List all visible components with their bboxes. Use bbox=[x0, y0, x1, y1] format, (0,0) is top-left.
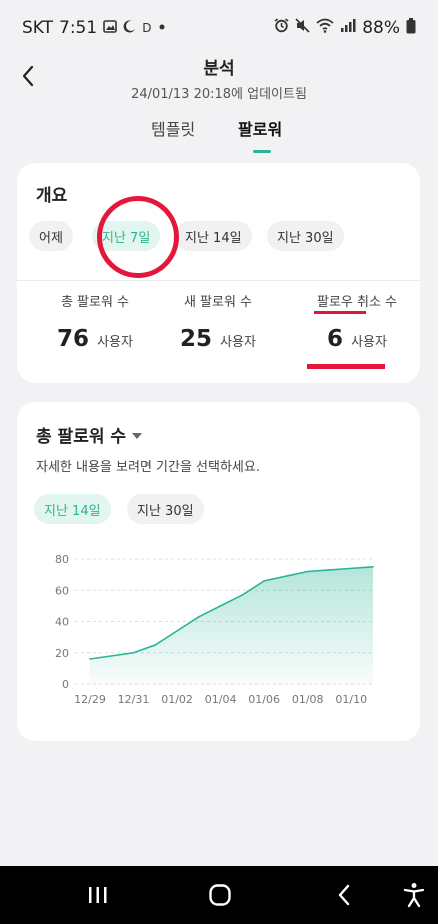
stat-label: 팔로우 취소 수 bbox=[316, 295, 398, 310]
x-tick-label: 01/10 bbox=[335, 693, 367, 706]
overview-title: 개요 bbox=[36, 186, 68, 206]
overview-card: 개요 어제 지난 7일 지난 14일 지난 30일 총 팔로워 수 76 사용자… bbox=[17, 163, 420, 383]
stat-value: 25 bbox=[180, 326, 213, 352]
data-point bbox=[372, 566, 374, 568]
stat-unit: 사용자 bbox=[351, 335, 387, 350]
data-point bbox=[219, 605, 222, 607]
data-point bbox=[89, 658, 91, 660]
battery-icon bbox=[406, 17, 416, 39]
stat-value: 76 bbox=[57, 326, 90, 352]
wifi-icon bbox=[316, 18, 334, 38]
home-button[interactable] bbox=[200, 878, 240, 912]
tab-bar: 템플릿 팔로워 bbox=[0, 112, 438, 154]
red-underline-annotation-2 bbox=[307, 364, 385, 369]
y-tick-label: 20 bbox=[55, 647, 69, 660]
x-tick-label: 01/02 bbox=[161, 693, 193, 706]
stat-total-followers: 총 팔로워 수 76 사용자 bbox=[28, 291, 162, 352]
data-point bbox=[132, 651, 135, 654]
chart-title: 총 팔로워 수 bbox=[36, 427, 127, 447]
data-point bbox=[328, 569, 331, 571]
stat-label: 새 팔로워 수 bbox=[183, 295, 253, 310]
chart-filter-last-14-days[interactable]: 지난 14일 bbox=[34, 494, 111, 524]
caret-down-icon bbox=[132, 432, 143, 439]
y-tick-label: 80 bbox=[55, 553, 69, 566]
y-tick-label: 0 bbox=[62, 678, 69, 691]
data-point bbox=[306, 570, 309, 573]
alarm-icon bbox=[274, 18, 289, 38]
d-icon: D bbox=[142, 21, 152, 35]
clock: 7:51 bbox=[59, 18, 98, 38]
stat-label: 총 팔로워 수 bbox=[60, 295, 130, 310]
signal-icon bbox=[340, 18, 356, 38]
filter-yesterday[interactable]: 어제 bbox=[29, 221, 73, 251]
accessibility-icon bbox=[403, 883, 425, 908]
page-title: 분석 bbox=[203, 59, 235, 79]
series-area bbox=[90, 566, 373, 684]
data-point bbox=[154, 644, 157, 646]
data-point bbox=[241, 594, 244, 596]
tab-followers[interactable]: 팔로워 bbox=[238, 116, 282, 140]
overview-divider bbox=[17, 280, 420, 281]
tab-templates[interactable]: 템플릿 bbox=[151, 116, 195, 140]
followers-chart-card: 총 팔로워 수 자세한 내용을 보려면 기간을 선택하세요. 지난 14일 지난… bbox=[17, 402, 420, 741]
carrier: SKT bbox=[22, 18, 54, 38]
followers-area-chart: 80 60 40 20 0 12/29 12/31 01/02 01/04 01/06 01/08 0… bbox=[55, 553, 374, 706]
mute-icon bbox=[295, 18, 310, 38]
stat-unit: 사용자 bbox=[220, 335, 256, 350]
stat-new-followers: 새 팔로워 수 25 사용자 bbox=[151, 291, 285, 352]
x-tick-label: 01/04 bbox=[205, 693, 237, 706]
gallery-icon bbox=[103, 19, 118, 37]
x-tick-label: 01/08 bbox=[292, 693, 324, 706]
x-tick-label: 01/06 bbox=[248, 693, 280, 706]
dot-icon bbox=[157, 20, 167, 36]
filter-last-7-days[interactable]: 지난 7일 bbox=[92, 221, 161, 251]
data-point bbox=[350, 567, 353, 570]
recent-apps-icon bbox=[89, 887, 107, 903]
home-icon bbox=[209, 884, 231, 906]
data-point bbox=[263, 580, 265, 582]
accessibility-button[interactable] bbox=[394, 878, 434, 912]
status-left: SKT 7:51 D bbox=[22, 18, 167, 38]
system-nav-bar bbox=[0, 866, 438, 924]
nav-back-button[interactable] bbox=[324, 878, 364, 912]
stat-unit: 사용자 bbox=[97, 335, 133, 350]
x-tick-label: 12/29 bbox=[74, 693, 106, 706]
y-tick-label: 60 bbox=[55, 584, 69, 597]
last-updated-text: 24/01/13 20:18에 업데이트됨 bbox=[131, 87, 307, 102]
stat-unfollows: 팔로우 취소 수 6 사용자 bbox=[290, 291, 424, 352]
moon-icon bbox=[123, 19, 136, 37]
y-tick-label: 40 bbox=[55, 616, 69, 629]
filter-last-14-days[interactable]: 지난 14일 bbox=[175, 221, 252, 251]
chart-description: 자세한 내용을 보려면 기간을 선택하세요. bbox=[36, 460, 260, 475]
back-icon bbox=[338, 884, 350, 906]
status-right: 88% bbox=[274, 17, 416, 39]
x-tick-label: 12/31 bbox=[118, 693, 150, 706]
data-point bbox=[285, 575, 287, 577]
stat-value: 6 bbox=[327, 326, 344, 352]
chart-filter-last-30-days[interactable]: 지난 30일 bbox=[127, 494, 204, 524]
recent-apps-button[interactable] bbox=[78, 878, 118, 912]
battery-text: 88% bbox=[362, 18, 400, 38]
active-tab-indicator bbox=[253, 150, 271, 153]
chart-metric-dropdown[interactable]: 총 팔로워 수 bbox=[36, 422, 143, 447]
data-point bbox=[176, 630, 178, 632]
filter-last-30-days[interactable]: 지난 30일 bbox=[267, 221, 344, 251]
data-point bbox=[198, 616, 200, 618]
header: 분석 24/01/13 20:18에 업데이트됨 bbox=[0, 48, 438, 108]
data-point bbox=[110, 655, 113, 657]
